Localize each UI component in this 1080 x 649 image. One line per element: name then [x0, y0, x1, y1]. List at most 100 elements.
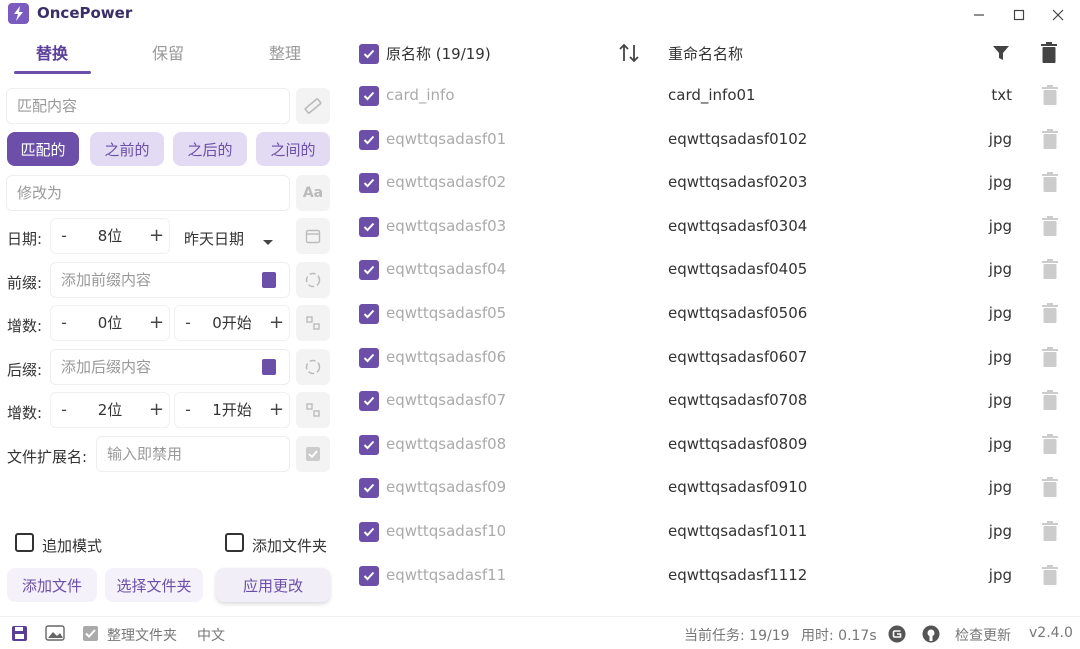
trash-icon[interactable]: [1042, 303, 1058, 323]
mode-before-button[interactable]: 之前的: [90, 132, 164, 166]
check-update-link[interactable]: 检查更新: [955, 625, 1011, 645]
file-row[interactable]: eqwttqsadasf07 eqwttqsadasf0708 jpg: [344, 379, 1080, 423]
replace-input[interactable]: 修改为: [6, 175, 290, 211]
delete-all-trash-icon[interactable]: [1041, 42, 1057, 68]
regex-ruler-icon[interactable]: [296, 88, 330, 124]
increment-digits-stepper-2[interactable]: - 2位 +: [50, 392, 170, 428]
file-import-icon[interactable]: [262, 272, 276, 288]
mode-between-button[interactable]: 之间的: [256, 132, 330, 166]
row-checkbox[interactable]: [359, 565, 379, 586]
add-folder-checkbox[interactable]: [225, 533, 244, 552]
row-checkbox[interactable]: [359, 216, 379, 237]
prefix-input[interactable]: 添加前缀内容: [50, 262, 290, 298]
inc1-digits-plus[interactable]: +: [149, 306, 164, 340]
maximize-icon[interactable]: [1008, 4, 1030, 26]
original-name: card_info: [386, 86, 455, 104]
sequence-icon[interactable]: [296, 305, 330, 341]
trash-icon[interactable]: [1042, 172, 1058, 193]
new-name-header: 重命名名称: [668, 45, 744, 63]
extension-input[interactable]: 输入即禁用: [96, 436, 290, 472]
mode-match-button[interactable]: 匹配的: [7, 132, 79, 166]
row-checkbox[interactable]: [359, 347, 379, 368]
increment-start-stepper-1[interactable]: - 0开始 +: [174, 305, 290, 341]
trash-icon[interactable]: [1042, 259, 1058, 280]
row-checkbox[interactable]: [359, 434, 379, 455]
inc2-digits-plus[interactable]: +: [149, 393, 164, 427]
inc2-start-plus[interactable]: +: [269, 393, 284, 427]
file-row[interactable]: eqwttqsadasf03 eqwttqsadasf0304 jpg: [344, 205, 1080, 249]
row-checkbox[interactable]: [359, 478, 379, 499]
row-checkbox[interactable]: [359, 260, 379, 281]
language-toggle[interactable]: 中文: [197, 625, 225, 645]
inc1-start-minus[interactable]: -: [181, 306, 195, 340]
increment-start-stepper-2[interactable]: - 1开始 +: [174, 392, 290, 428]
select-all-checkbox[interactable]: [359, 44, 379, 64]
check-square-icon[interactable]: [296, 436, 330, 472]
trash-icon[interactable]: [1042, 477, 1058, 498]
increment-digits-stepper-1[interactable]: - 0位 +: [50, 305, 170, 341]
close-icon[interactable]: [1047, 4, 1069, 26]
swap-icon[interactable]: [296, 349, 330, 385]
file-import-icon[interactable]: [262, 359, 276, 375]
date-minus-button[interactable]: -: [57, 219, 71, 253]
tab-keep[interactable]: 保留: [128, 40, 208, 68]
file-row[interactable]: eqwttqsadasf01 eqwttqsadasf0102 jpg: [344, 118, 1080, 162]
file-row[interactable]: eqwttqsadasf11 eqwttqsadasf1112 jpg: [344, 554, 1080, 598]
match-input[interactable]: 匹配内容: [6, 88, 290, 124]
row-checkbox[interactable]: [359, 391, 379, 412]
date-plus-button[interactable]: +: [149, 219, 164, 253]
file-row[interactable]: eqwttqsadasf08 eqwttqsadasf0809 jpg: [344, 423, 1080, 467]
suffix-input[interactable]: 添加后缀内容: [50, 349, 290, 385]
elapsed-time-label: 用时: 0.17s: [801, 628, 877, 644]
trash-icon[interactable]: [1042, 564, 1058, 585]
file-row[interactable]: eqwttqsadasf06 eqwttqsadasf0607 jpg: [344, 336, 1080, 380]
new-name: eqwttqsadasf0910: [668, 478, 808, 497]
inc1-digits-minus[interactable]: -: [57, 306, 71, 340]
swap-icon[interactable]: [296, 262, 330, 298]
case-aa-icon[interactable]: Aa: [296, 175, 330, 211]
trash-icon[interactable]: [1042, 433, 1058, 454]
row-checkbox[interactable]: [359, 173, 379, 194]
apply-changes-button[interactable]: 应用更改: [216, 568, 330, 602]
github-icon[interactable]: [922, 625, 940, 647]
file-row[interactable]: eqwttqsadasf04 eqwttqsadasf0405 jpg: [344, 248, 1080, 292]
inc1-start-plus[interactable]: +: [269, 306, 284, 340]
trash-icon[interactable]: [1042, 521, 1058, 541]
trash-icon[interactable]: [1042, 128, 1058, 149]
trash-icon[interactable]: [1042, 390, 1058, 411]
choose-folder-button[interactable]: 选择文件夹: [105, 568, 203, 602]
date-option-select[interactable]: 昨天日期: [184, 228, 244, 249]
add-files-button[interactable]: 添加文件: [7, 568, 97, 602]
sort-arrows-icon[interactable]: [618, 42, 640, 68]
sequence-icon[interactable]: [296, 392, 330, 428]
tab-replace[interactable]: 替换: [12, 40, 92, 68]
file-row[interactable]: card_info card_info01 txt: [344, 74, 1080, 118]
tab-organize[interactable]: 整理: [245, 40, 325, 68]
mode-after-button[interactable]: 之后的: [173, 132, 247, 166]
trash-icon[interactable]: [1042, 215, 1058, 236]
chevron-down-icon[interactable]: [262, 233, 274, 251]
image-icon[interactable]: [45, 625, 65, 646]
file-row[interactable]: eqwttqsadasf10 eqwttqsadasf1011 jpg: [344, 510, 1080, 554]
append-mode-checkbox[interactable]: [15, 533, 34, 552]
inc2-start-minus[interactable]: -: [181, 393, 195, 427]
inc2-digits-minus[interactable]: -: [57, 393, 71, 427]
row-checkbox[interactable]: [359, 86, 379, 106]
inc2-start-value: 1开始: [212, 401, 252, 419]
trash-icon[interactable]: [1042, 85, 1058, 105]
row-checkbox[interactable]: [359, 522, 379, 542]
filter-icon[interactable]: [992, 44, 1010, 66]
row-checkbox[interactable]: [359, 129, 379, 150]
save-icon[interactable]: [11, 625, 28, 646]
trash-icon[interactable]: [1042, 346, 1058, 367]
file-row[interactable]: eqwttqsadasf05 eqwttqsadasf0506 jpg: [344, 292, 1080, 336]
calendar-icon[interactable]: [296, 218, 330, 254]
file-row[interactable]: eqwttqsadasf02 eqwttqsadasf0203 jpg: [344, 161, 1080, 205]
app-title: OncePower: [37, 4, 133, 22]
row-checkbox[interactable]: [359, 304, 379, 324]
file-row[interactable]: eqwttqsadasf09 eqwttqsadasf0910 jpg: [344, 466, 1080, 510]
organize-checkbox[interactable]: [82, 625, 99, 646]
date-digits-stepper[interactable]: - 8位 +: [50, 218, 170, 254]
gitee-icon[interactable]: [888, 625, 906, 647]
minimize-icon[interactable]: [968, 4, 990, 26]
